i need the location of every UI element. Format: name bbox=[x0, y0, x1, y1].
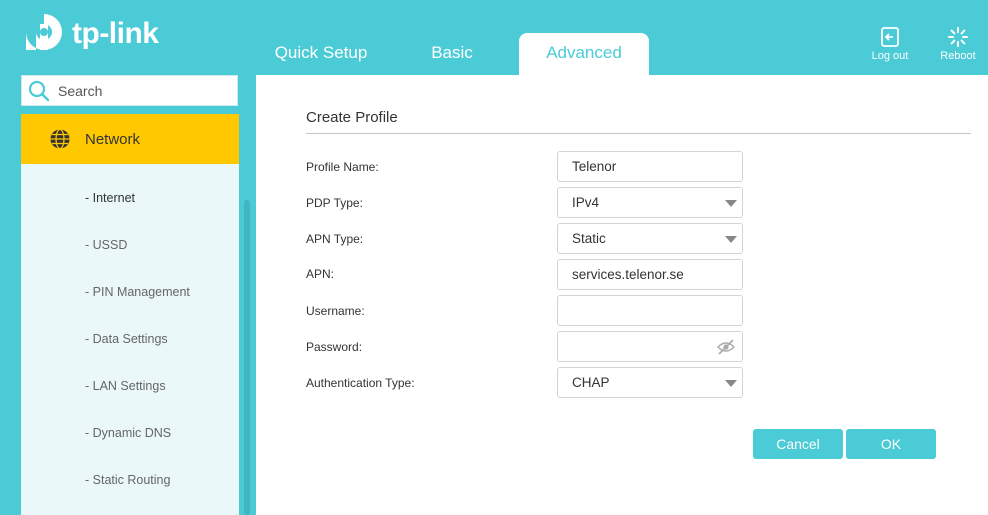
sidebar-item-static-routing[interactable]: - Static Routing bbox=[85, 473, 170, 487]
sidebar-item-internet[interactable]: - Internet bbox=[85, 191, 135, 205]
sidebar-item-lan-settings[interactable]: - LAN Settings bbox=[85, 379, 166, 393]
chevron-down-icon bbox=[725, 200, 737, 207]
page-title: Create Profile bbox=[306, 109, 398, 126]
profile-name-label: Profile Name: bbox=[306, 160, 379, 174]
profile-name-value: Telenor bbox=[572, 159, 617, 174]
search-box bbox=[21, 75, 238, 106]
cancel-button[interactable]: Cancel bbox=[753, 429, 843, 459]
sidebar: Network - Internet - USSD - PIN Manageme… bbox=[21, 114, 239, 515]
sidebar-item-data-settings[interactable]: - Data Settings bbox=[85, 332, 168, 346]
logout-button[interactable]: Log out bbox=[862, 26, 918, 66]
sidebar-item-pin-management[interactable]: - PIN Management bbox=[85, 285, 190, 299]
password-label: Password: bbox=[306, 340, 363, 354]
apn-type-value: Static bbox=[572, 231, 606, 246]
password-input[interactable] bbox=[557, 331, 743, 362]
tab-basic[interactable]: Basic bbox=[402, 33, 502, 75]
main-panel: Create Profile Profile Name: Telenor PDP… bbox=[256, 75, 988, 515]
authentication-type-label: Authentication Type: bbox=[306, 376, 415, 390]
header: tp-link Quick Setup Basic Advanced Log o… bbox=[0, 0, 988, 75]
apn-input[interactable]: services.telenor.se bbox=[557, 259, 743, 290]
ok-button[interactable]: OK bbox=[846, 429, 936, 459]
profile-name-input[interactable]: Telenor bbox=[557, 151, 743, 182]
pdp-type-select[interactable]: IPv4 bbox=[557, 187, 743, 218]
search-icon bbox=[28, 80, 50, 101]
logout-icon bbox=[881, 27, 899, 47]
pdp-type-label: PDP Type: bbox=[306, 196, 363, 210]
reboot-icon bbox=[948, 27, 968, 47]
tp-link-logo: tp-link bbox=[20, 8, 160, 60]
apn-value: services.telenor.se bbox=[572, 267, 684, 282]
apn-type-select[interactable]: Static bbox=[557, 223, 743, 254]
sidebar-section-label: Network bbox=[85, 130, 141, 148]
username-label: Username: bbox=[306, 304, 365, 318]
globe-icon bbox=[50, 128, 70, 150]
eye-off-icon[interactable] bbox=[717, 339, 735, 355]
authentication-type-select[interactable]: CHAP bbox=[557, 367, 743, 398]
logout-label: Log out bbox=[871, 50, 909, 62]
pdp-type-value: IPv4 bbox=[572, 195, 600, 210]
search-input[interactable] bbox=[58, 82, 228, 99]
apn-label: APN: bbox=[306, 267, 335, 281]
sidebar-item-dynamic-dns[interactable]: - Dynamic DNS bbox=[85, 426, 171, 440]
logo-text: tp-link bbox=[72, 17, 159, 50]
sidebar-section-network[interactable]: Network bbox=[21, 114, 239, 164]
apn-type-label: APN Type: bbox=[306, 232, 364, 246]
sidebar-scrollbar-thumb[interactable] bbox=[244, 200, 250, 515]
tab-advanced[interactable]: Advanced bbox=[519, 33, 649, 75]
title-divider bbox=[306, 133, 971, 134]
reboot-label: Reboot bbox=[940, 50, 976, 62]
tp-link-logo-icon bbox=[26, 14, 62, 50]
chevron-down-icon bbox=[725, 380, 737, 387]
sidebar-item-ussd[interactable]: - USSD bbox=[85, 238, 127, 252]
tab-quick-setup[interactable]: Quick Setup bbox=[262, 33, 380, 75]
authentication-type-value: CHAP bbox=[572, 375, 610, 390]
username-input[interactable] bbox=[557, 295, 743, 326]
reboot-button[interactable]: Reboot bbox=[930, 26, 986, 66]
chevron-down-icon bbox=[725, 236, 737, 243]
